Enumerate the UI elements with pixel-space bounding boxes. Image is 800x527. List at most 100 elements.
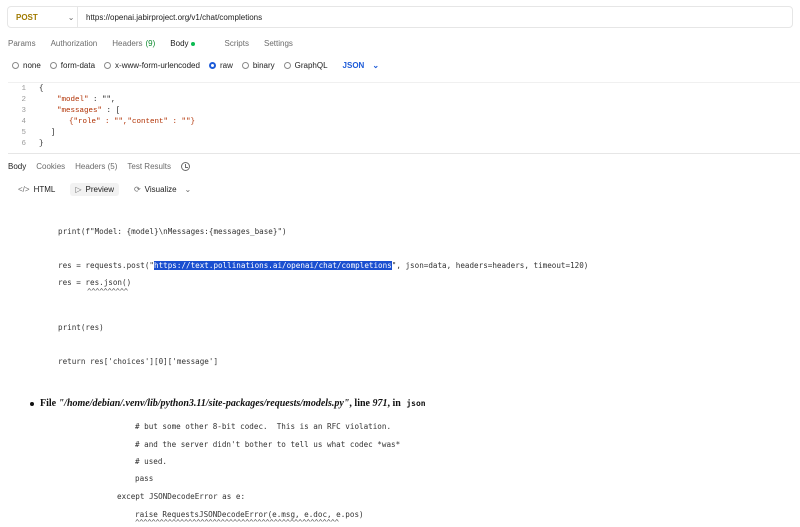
file-in: , in: [387, 398, 404, 409]
radio-selected-icon: [208, 62, 216, 69]
json-value: : [: [102, 107, 121, 115]
body-type-label: GraphQL: [294, 61, 328, 70]
editor-line: 1{: [8, 85, 44, 96]
code-line: # used.: [135, 457, 168, 466]
radio-icon: [241, 62, 249, 69]
line-number: 4: [21, 118, 26, 126]
radio-icon: [12, 62, 19, 69]
traceback-file-line: File "/home/debian/.venv/lib/python3.11/…: [30, 398, 426, 409]
body-type-none[interactable]: none: [12, 61, 41, 70]
view-html[interactable]: </> HTML: [13, 183, 60, 196]
editor-line: 6}: [8, 140, 44, 151]
chevron-down-icon: ⌄: [184, 185, 192, 194]
url-input[interactable]: https://openai.jabirproject.org/v1/chat/…: [78, 13, 262, 22]
code-text: "messages" : [: [39, 107, 120, 118]
editor-line: 5]: [8, 129, 56, 140]
code-text: ", json=data, headers=headers, timeout=1…: [391, 261, 589, 270]
tab-cookies[interactable]: Cookies: [36, 162, 65, 171]
code-line: res = requests.post("https://text.pollin…: [58, 261, 588, 270]
json-key: "messages": [57, 107, 103, 115]
tab-authorization[interactable]: Authorization: [51, 39, 98, 48]
body-type-label: form-data: [60, 61, 96, 70]
view-label: HTML: [33, 185, 56, 194]
tab-headers[interactable]: Headers (9): [112, 39, 155, 48]
body-type-label: binary: [252, 61, 275, 70]
file-path: "/home/debian/.venv/lib/python3.11/site-…: [58, 398, 350, 409]
file-prefix: File: [40, 398, 59, 409]
json-value: : "",: [88, 96, 116, 104]
method-label: POST: [16, 12, 38, 22]
editor-line: 2 "model" : "",: [8, 96, 116, 107]
radio-icon: [49, 62, 57, 69]
code-line: except JSONDecodeError as e:: [117, 492, 246, 501]
view-label: Preview: [85, 185, 114, 194]
tab-test-results[interactable]: Test Results: [127, 162, 171, 171]
response-preview: print(f"Model: {model}\nMessages:{messag…: [0, 205, 800, 527]
body-type-raw[interactable]: raw: [208, 61, 233, 70]
body-type-selector: none form-data x-www-form-urlencoded raw…: [12, 61, 379, 70]
code-icon: </>: [18, 185, 30, 194]
code-text: res = requests.post(": [58, 261, 155, 270]
line-number: 5: [21, 129, 26, 137]
code-text: {: [39, 85, 44, 93]
editor-line: 3 "messages" : [: [8, 107, 120, 118]
view-mode-bar: </> HTML ▷ Preview ⟳ Visualize ⌄: [13, 183, 210, 196]
headers-count: (9): [145, 39, 156, 48]
request-bar: POST ⌄ https://openai.jabirproject.org/v…: [7, 6, 793, 28]
body-type-urlencoded[interactable]: x-www-form-urlencoded: [104, 61, 200, 70]
bullet-icon: [30, 401, 34, 406]
code-line: res = res.json(): [58, 278, 132, 287]
history-icon[interactable]: [180, 162, 190, 171]
line-number: 1: [21, 85, 26, 93]
tab-settings[interactable]: Settings: [264, 39, 293, 48]
caret-marker: ^^^^^^^^^^^^^^^^^^^^^^^^^^^^^^^^^^^^^^^^…: [135, 518, 339, 527]
file-function: json: [406, 399, 426, 408]
code-line: # but some other 8-bit codec. This is an…: [135, 422, 392, 431]
response-tabs: Body Cookies Headers (5) Test Results: [8, 162, 200, 171]
format-label: JSON: [342, 61, 365, 70]
radio-icon: [104, 62, 112, 69]
code-text: ]: [51, 129, 56, 137]
body-type-form-data[interactable]: form-data: [49, 61, 96, 70]
line-number: 2: [21, 96, 26, 104]
tab-body[interactable]: Body: [170, 39, 209, 48]
code-line: return res['choices'][0]['message']: [58, 357, 219, 366]
tab-params[interactable]: Params: [8, 39, 36, 48]
chevron-down-icon: ⌄: [372, 61, 380, 70]
method-select[interactable]: POST ⌄: [8, 7, 78, 27]
tab-response-headers[interactable]: Headers (5): [75, 162, 117, 171]
format-select[interactable]: JSON ⌄: [343, 61, 380, 70]
file-mid: , line: [349, 398, 373, 409]
tab-scripts[interactable]: Scripts: [225, 39, 249, 48]
chevron-down-icon: ⌄: [67, 12, 75, 22]
tab-response-body[interactable]: Body: [8, 162, 26, 171]
editor-line: 4 {"role" : "","content" : ""}: [8, 118, 195, 129]
body-type-binary[interactable]: binary: [241, 61, 275, 70]
json-key: "model": [57, 96, 89, 104]
file-line-number: 971: [372, 398, 388, 409]
body-type-label: raw: [219, 61, 233, 70]
view-label: Visualize: [144, 185, 177, 194]
visualize-icon: ⟳: [133, 185, 141, 194]
code-line: pass: [135, 474, 154, 483]
play-icon: ▷: [75, 185, 82, 194]
code-text: {"role" : "","content" : ""}: [51, 118, 196, 126]
view-preview[interactable]: ▷ Preview: [70, 183, 119, 196]
active-dot-icon: [190, 41, 195, 46]
view-visualize[interactable]: ⟳ Visualize ⌄: [129, 183, 200, 196]
code-line: # and the server didn't bother to tell u…: [135, 440, 401, 449]
body-type-graphql[interactable]: GraphQL: [283, 61, 328, 70]
line-number: 3: [21, 107, 26, 115]
body-type-label: none: [23, 61, 41, 70]
selected-url[interactable]: https://text.pollinations.ai/openai/chat…: [154, 261, 392, 270]
caret-marker: ^^^^^^^^^^: [87, 287, 128, 296]
code-text: "model" : "",: [39, 96, 116, 107]
request-tabs: Params Authorization Headers (9) Body Scr…: [8, 39, 308, 48]
body-editor[interactable]: 1{ 2 "model" : "", 3 "messages" : [ 4 {"…: [8, 82, 800, 154]
code-line: print(f"Model: {model}\nMessages:{messag…: [58, 227, 287, 236]
code-line: print(res): [58, 323, 104, 332]
body-type-label: x-www-form-urlencoded: [115, 61, 200, 70]
tab-headers-label: Headers: [112, 39, 143, 48]
radio-icon: [283, 62, 291, 69]
code-text: }: [39, 140, 44, 148]
